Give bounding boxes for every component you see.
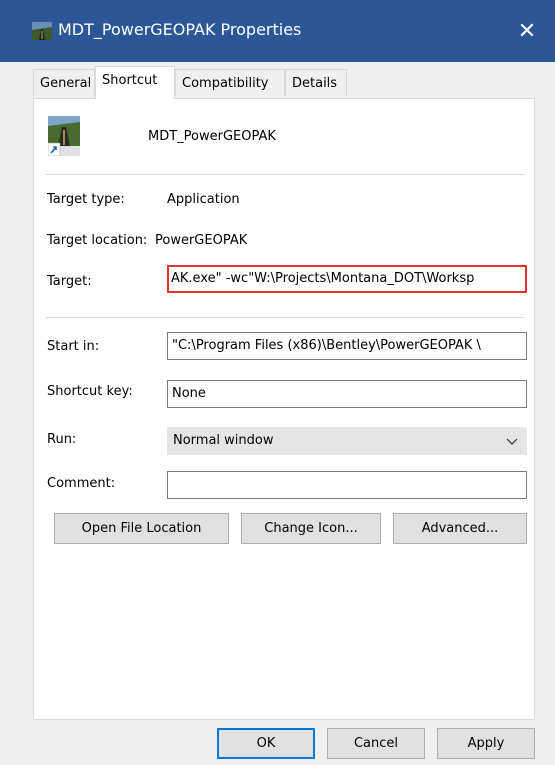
tab-general[interactable]: General	[33, 69, 95, 96]
chevron-down-icon	[506, 438, 518, 445]
tab-compatibility[interactable]: Compatibility	[175, 69, 285, 96]
target-label: Target:	[47, 274, 92, 289]
properties-dialog: General Shortcut Compatibility Details M…	[0, 62, 555, 765]
target-location-label: Target location:	[47, 233, 148, 248]
advanced-button[interactable]: Advanced...	[393, 513, 527, 544]
target-type-label: Target type:	[47, 192, 125, 207]
shortcut-name: MDT_PowerGEOPAK	[148, 129, 276, 144]
run-select[interactable]: Normal window	[167, 427, 527, 455]
comment-field[interactable]	[167, 471, 527, 499]
tab-details[interactable]: Details	[285, 69, 347, 96]
change-icon-button[interactable]: Change Icon...	[241, 513, 381, 544]
comment-label: Comment:	[47, 476, 116, 491]
shortcut-key-field[interactable]: None	[167, 380, 527, 408]
run-label: Run:	[47, 432, 77, 447]
start-in-label: Start in:	[47, 339, 100, 354]
close-button[interactable]: ✕	[499, 0, 555, 62]
target-field[interactable]: AK.exe" -wc"W:\Projects\Montana_DOT\Work…	[167, 265, 527, 293]
title-bar[interactable]: MDT_PowerGEOPAK Properties ✕	[0, 0, 555, 62]
target-location-value: PowerGEOPAK	[155, 233, 248, 248]
start-in-field[interactable]: "C:\Program Files (x86)\Bentley\PowerGEO…	[167, 332, 527, 360]
target-type-value: Application	[167, 192, 240, 207]
tab-shortcut[interactable]: Shortcut	[95, 66, 175, 99]
road-shortcut-icon	[32, 22, 52, 40]
window-title: MDT_PowerGEOPAK Properties	[58, 20, 302, 39]
shortcut-key-label: Shortcut key:	[47, 384, 133, 399]
run-select-value: Normal window	[173, 433, 274, 448]
divider	[46, 317, 524, 318]
divider	[46, 174, 524, 175]
cancel-button[interactable]: Cancel	[327, 728, 425, 759]
road-shortcut-icon	[48, 116, 80, 156]
ok-button[interactable]: OK	[217, 728, 315, 759]
close-icon: ✕	[517, 18, 537, 44]
shortcut-panel: MDT_PowerGEOPAK Target type: Application…	[33, 98, 535, 720]
open-file-location-button[interactable]: Open File Location	[54, 513, 229, 544]
apply-button[interactable]: Apply	[437, 728, 535, 759]
